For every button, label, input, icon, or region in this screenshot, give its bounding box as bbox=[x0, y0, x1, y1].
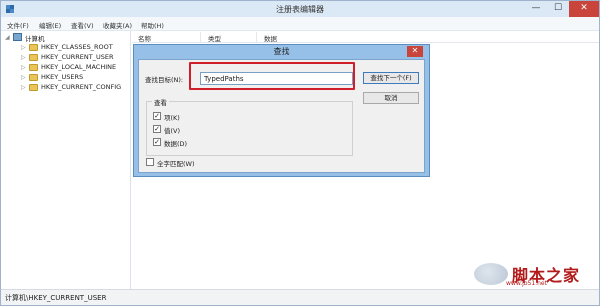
tree-label: HKEY_LOCAL_MACHINE bbox=[41, 63, 117, 71]
column-divider[interactable] bbox=[200, 32, 201, 42]
keys-checkbox[interactable]: ✓ bbox=[153, 112, 161, 120]
computer-icon bbox=[13, 33, 22, 41]
find-what-label: 查找目标(N): bbox=[145, 76, 184, 84]
tree-item-hkcu[interactable]: ▷ HKEY_CURRENT_USER bbox=[15, 53, 130, 63]
tree-item-hkcc[interactable]: ▷ HKEY_CURRENT_CONFIG bbox=[15, 83, 130, 93]
look-at-group: 查看 ✓ 项(K) ✓ 值(V) ✓ 数据(D) bbox=[146, 97, 353, 156]
tree-item-computer[interactable]: ◢ 计算机 bbox=[5, 33, 125, 43]
find-dialog: 查找 ✕ 查找目标(N): TypedPaths 查找下一个(F) 取消 查看 … bbox=[133, 44, 430, 177]
values-checkbox[interactable]: ✓ bbox=[153, 125, 161, 133]
expand-triangle-icon[interactable]: ▷ bbox=[21, 64, 26, 71]
column-name[interactable]: 名称 bbox=[138, 33, 151, 43]
watermark-url: www.jb51.net bbox=[506, 280, 547, 287]
tree-item-hklm[interactable]: ▷ HKEY_LOCAL_MACHINE bbox=[15, 63, 130, 73]
tree-label: 计算机 bbox=[25, 35, 45, 43]
status-bar: 计算机\HKEY_CURRENT_USER bbox=[1, 289, 599, 305]
find-dialog-title: 查找 bbox=[273, 47, 290, 56]
menu-view[interactable]: 查看(V) bbox=[71, 20, 94, 30]
tree-item-hku[interactable]: ▷ HKEY_USERS bbox=[15, 73, 130, 83]
close-button[interactable]: ✕ bbox=[569, 1, 599, 17]
expand-triangle-icon[interactable]: ▷ bbox=[21, 54, 26, 61]
status-path: 计算机\HKEY_CURRENT_USER bbox=[5, 294, 107, 302]
tree-item-hkcr[interactable]: ▷ HKEY_CLASSES_ROOT bbox=[15, 43, 130, 53]
data-checkbox[interactable]: ✓ bbox=[153, 138, 161, 146]
minimize-button[interactable]: — bbox=[525, 1, 547, 17]
tree-label: HKEY_CLASSES_ROOT bbox=[41, 43, 113, 51]
column-type[interactable]: 类型 bbox=[208, 33, 221, 43]
folder-icon bbox=[29, 74, 38, 81]
tree-label: HKEY_CURRENT_CONFIG bbox=[41, 83, 122, 91]
look-at-label: 查看 bbox=[152, 97, 169, 107]
list-header: 名称 类型 数据 bbox=[132, 31, 599, 43]
keys-label: 项(K) bbox=[164, 114, 180, 122]
folder-icon bbox=[29, 44, 38, 51]
maximize-button[interactable]: ☐ bbox=[547, 1, 569, 17]
registry-tree: ◢ 计算机 ▷ HKEY_CLASSES_ROOT ▷ HKEY_CURRENT… bbox=[1, 31, 131, 289]
folder-icon bbox=[29, 64, 38, 71]
find-what-input[interactable]: TypedPaths bbox=[200, 72, 353, 85]
column-data[interactable]: 数据 bbox=[264, 33, 277, 43]
window-title: 注册表编辑器 bbox=[276, 5, 324, 14]
find-next-button[interactable]: 查找下一个(F) bbox=[363, 72, 419, 84]
tree-label: HKEY_CURRENT_USER bbox=[41, 53, 114, 61]
find-dialog-close-button[interactable]: ✕ bbox=[407, 46, 423, 57]
column-divider[interactable] bbox=[256, 32, 257, 42]
values-label: 值(V) bbox=[164, 127, 181, 135]
menu-help[interactable]: 帮助(H) bbox=[141, 20, 164, 30]
match-whole-checkbox[interactable] bbox=[146, 158, 154, 166]
menu-edit[interactable]: 编辑(E) bbox=[39, 20, 61, 30]
expanded-triangle-icon[interactable]: ◢ bbox=[5, 34, 10, 41]
match-whole-label: 全字匹配(W) bbox=[157, 160, 195, 168]
folder-icon bbox=[29, 54, 38, 61]
cancel-button[interactable]: 取消 bbox=[363, 92, 419, 104]
menu-favorites[interactable]: 收藏夹(A) bbox=[103, 20, 132, 30]
menu-bar: 文件(F) 编辑(E) 查看(V) 收藏夹(A) 帮助(H) bbox=[1, 17, 599, 31]
data-label: 数据(D) bbox=[164, 140, 188, 148]
menu-file[interactable]: 文件(F) bbox=[7, 20, 29, 30]
watermark: 脚本之家 www.jb51.net bbox=[472, 262, 592, 288]
expand-triangle-icon[interactable]: ▷ bbox=[21, 84, 26, 91]
expand-triangle-icon[interactable]: ▷ bbox=[21, 74, 26, 81]
watermark-logo-icon bbox=[474, 263, 508, 285]
find-dialog-body: 查找目标(N): TypedPaths 查找下一个(F) 取消 查看 ✓ 项(K… bbox=[138, 59, 425, 173]
title-bar: 注册表编辑器 — ☐ ✕ bbox=[1, 1, 599, 17]
expand-triangle-icon[interactable]: ▷ bbox=[21, 44, 26, 51]
folder-icon bbox=[29, 84, 38, 91]
tree-label: HKEY_USERS bbox=[41, 73, 84, 81]
